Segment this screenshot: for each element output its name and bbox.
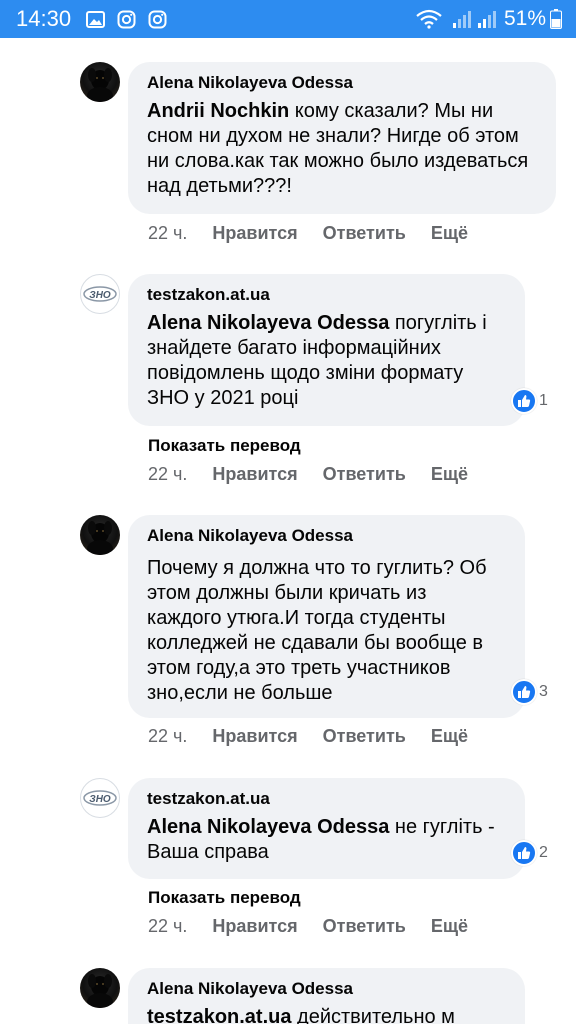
comment-text: Alena Nikolayeva Odessa погугліть і знай… [147, 311, 505, 411]
comment-text: Andrii Nochkin кому сказали? Мы ни сном … [147, 99, 536, 199]
comment-author[interactable]: testzakon.at.ua [147, 284, 505, 305]
reactions[interactable]: 3 [511, 679, 548, 705]
comment-body: Почему я должна что то гуглить? Об этом … [147, 557, 487, 704]
reply-button[interactable]: Ответить [323, 464, 406, 485]
more-button[interactable]: Ещё [431, 464, 468, 485]
status-bar: 14:30 51% [0, 0, 576, 38]
reaction-count: 2 [539, 844, 548, 861]
like-button[interactable]: Нравится [212, 464, 297, 485]
more-button[interactable]: Ещё [431, 223, 468, 244]
comment-author[interactable]: testzakon.at.ua [147, 788, 505, 809]
comment-bubble[interactable]: testzakon.at.ua Alena Nikolayeva Odessa … [128, 274, 525, 426]
gallery-icon [85, 10, 106, 29]
comment-time[interactable]: 22 ч. [148, 464, 187, 485]
more-button[interactable]: Ещё [431, 916, 468, 937]
comment-mention[interactable]: Andrii Nochkin [147, 100, 289, 122]
comment-mention[interactable]: Alena Nikolayeva Odessa [147, 312, 389, 334]
avatar-text: ЗНО [89, 794, 111, 805]
signal-icon [477, 10, 498, 29]
wifi-icon [416, 9, 442, 29]
comment-actions: 22 ч. Нравится Ответить Ещё [148, 916, 493, 937]
more-button[interactable]: Ещё [431, 726, 468, 747]
comment-bubble[interactable]: Alena Nikolayeva Odessa Почему я должна … [128, 515, 525, 718]
signal-icon [452, 10, 473, 29]
comment-actions: 22 ч. Нравится Ответить Ещё [148, 464, 493, 485]
reaction-count: 3 [539, 683, 548, 700]
comment-actions: 22 ч. Нравится Ответить Ещё [148, 726, 493, 747]
like-reaction-icon [511, 840, 537, 866]
comment-text: Почему я должна что то гуглить? Об этом … [147, 556, 505, 706]
comment-body: действительно м [291, 1006, 455, 1024]
reactions[interactable]: 2 [511, 840, 548, 866]
comment-mention[interactable]: testzakon.at.ua [147, 1006, 291, 1024]
comment-mention[interactable]: Alena Nikolayeva Odessa [147, 816, 389, 838]
comment-text: testzakon.at.ua действительно м [147, 1005, 505, 1024]
comment-author[interactable]: Alena Nikolayeva Odessa [147, 525, 505, 546]
comment-time[interactable]: 22 ч. [148, 223, 187, 244]
instagram-icon [116, 10, 137, 29]
comment-bubble[interactable]: testzakon.at.ua Alena Nikolayeva Odessa … [128, 778, 525, 879]
like-button[interactable]: Нравится [212, 726, 297, 747]
comment-actions: 22 ч. Нравится Ответить Ещё [148, 223, 493, 244]
show-translation-link[interactable]: Показать перевод [148, 888, 301, 908]
comment-text: Alena Nikolayeva Odessa не гугліть - Ваш… [147, 815, 505, 865]
status-right: 51% [416, 7, 562, 31]
reaction-count: 1 [539, 392, 548, 409]
like-button[interactable]: Нравится [212, 223, 297, 244]
show-translation-link[interactable]: Показать перевод [148, 436, 301, 456]
reactions[interactable]: 1 [511, 388, 548, 414]
avatar[interactable] [80, 62, 120, 102]
comment-bubble[interactable]: Alena Nikolayeva Odessa testzakon.at.ua … [128, 968, 525, 1024]
like-button[interactable]: Нравится [212, 916, 297, 937]
battery-icon [550, 9, 562, 29]
comment-author[interactable]: Alena Nikolayeva Odessa [147, 978, 505, 999]
reply-button[interactable]: Ответить [323, 223, 406, 244]
avatar[interactable]: ЗНО [80, 274, 120, 314]
avatar[interactable]: ЗНО [80, 778, 120, 818]
comment-time[interactable]: 22 ч. [148, 916, 187, 937]
instagram-icon [147, 10, 168, 29]
avatar[interactable] [80, 968, 120, 1008]
like-reaction-icon [511, 679, 537, 705]
avatar[interactable] [80, 515, 120, 555]
battery-percent: 51% [503, 7, 546, 30]
reply-button[interactable]: Ответить [323, 916, 406, 937]
like-reaction-icon [511, 388, 537, 414]
status-time: 14:30 [16, 6, 72, 31]
reply-button[interactable]: Ответить [323, 726, 406, 747]
comment-bubble[interactable]: Alena Nikolayeva Odessa Andrii Nochkin к… [128, 62, 556, 214]
comment-time[interactable]: 22 ч. [148, 726, 187, 747]
avatar-text: ЗНО [89, 290, 111, 301]
comment-author[interactable]: Alena Nikolayeva Odessa [147, 72, 536, 93]
